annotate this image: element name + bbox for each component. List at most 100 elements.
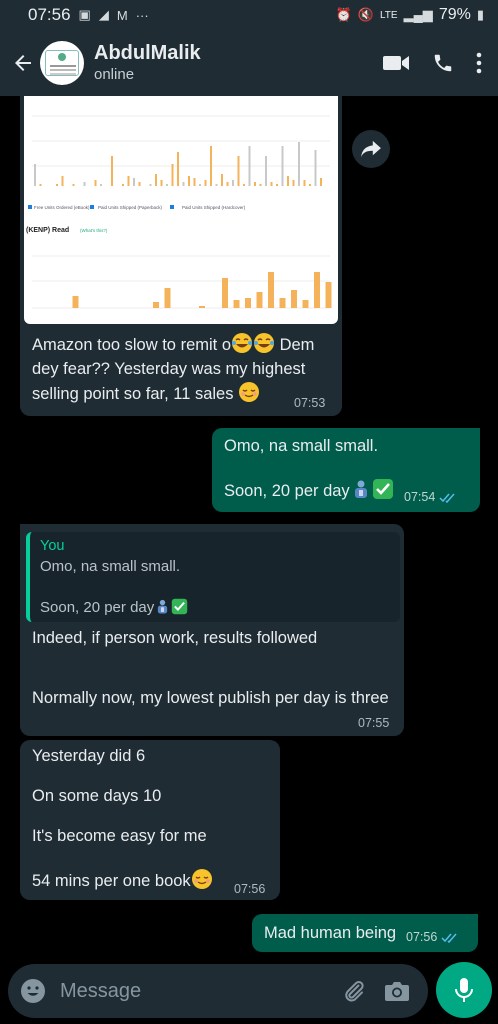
telegram-notification-icon: ◢ [98, 7, 109, 22]
message-text-line: Normally now, my lowest publish per day … [32, 689, 389, 707]
chart-bar [39, 184, 42, 186]
chart-bar [177, 152, 179, 186]
kenp-bar [256, 292, 263, 308]
chart-bar [265, 156, 267, 186]
joy-emoji-icon [231, 332, 253, 354]
message-bubble[interactable]: Mad human being 07:56 [252, 914, 478, 952]
more-options-button[interactable] [476, 52, 482, 74]
message-time: 07:56 [406, 930, 438, 944]
kenp-bar [302, 300, 309, 308]
chart-bar [122, 184, 124, 186]
chart-bar [138, 182, 141, 186]
message-text-line: Soon, 20 per day [224, 478, 394, 503]
chart-bar [133, 178, 135, 186]
chart-bar [155, 174, 157, 186]
phone-icon [434, 54, 452, 72]
kenp-bar [164, 288, 171, 308]
chart-bar [248, 146, 251, 186]
kenp-bar [199, 306, 205, 308]
chart-bar [226, 182, 229, 186]
voice-record-button[interactable] [436, 962, 492, 1018]
gallery-notification-icon: ▣ [78, 7, 91, 22]
message-text-line: Omo, na small small. [224, 437, 379, 455]
chart-bar [166, 184, 168, 186]
kenp-bar [245, 298, 251, 308]
kenp-bar [279, 298, 286, 308]
chart-bar [61, 176, 64, 186]
chart-bar [56, 184, 58, 186]
chart-bar [309, 184, 311, 186]
alarm-icon: ⏰ [335, 7, 352, 22]
chart-bar [204, 180, 207, 186]
chart-screenshot-image[interactable]: Free Units Ordered (eBook) Paid Units Sh… [24, 96, 338, 324]
signal-icon: ▂▄▆ [403, 7, 433, 22]
kenp-title: (KENP) Read [26, 227, 69, 234]
chart-bar [127, 176, 130, 186]
quoted-author: You [40, 538, 65, 554]
emoji-button[interactable] [20, 978, 46, 1004]
chart-bar [221, 174, 223, 186]
chart-bar [237, 156, 240, 186]
kenp-bar [72, 296, 79, 308]
chart-bar [72, 184, 75, 186]
chart-bar [270, 182, 273, 186]
chart-bar [320, 178, 322, 186]
quoted-message[interactable]: You Omo, na small small. Soon, 20 per da… [26, 532, 400, 622]
back-arrow-icon [15, 55, 31, 71]
attach-button[interactable] [342, 979, 366, 1003]
mute-icon: 🔇 [357, 7, 374, 22]
microphone-icon [455, 978, 473, 1002]
chart-bar [276, 184, 278, 186]
relieved-emoji-icon [191, 868, 213, 890]
contact-name: AbdulMalik [94, 42, 201, 64]
message-text-line: Mad human being [264, 924, 397, 942]
chart-bar [171, 164, 174, 186]
chart-bar [298, 142, 300, 186]
message-text: Amazon too slow to remit o Dem dey fear?… [32, 332, 338, 406]
person-emoji-icon [350, 478, 372, 500]
chart-bar [259, 184, 262, 186]
kenp-bar [314, 272, 320, 308]
video-call-button[interactable] [382, 53, 410, 73]
message-text-line: Yesterday did 6 [32, 747, 146, 765]
back-button[interactable] [6, 43, 40, 83]
forward-button[interactable] [352, 130, 390, 168]
contact-info[interactable]: AbdulMalik online [94, 41, 382, 85]
check-mark-emoji-icon [372, 478, 394, 500]
message-bubble[interactable]: Yesterday did 6 On some days 10 It's bec… [20, 740, 280, 900]
legend-paperback: Paid Units Shipped (Paperback) [98, 205, 163, 210]
voice-call-button[interactable] [432, 52, 454, 74]
chart-bar [160, 180, 163, 186]
kenp-bar [325, 282, 332, 308]
message-bubble[interactable]: Omo, na small small. Soon, 20 per day 07… [212, 428, 480, 512]
paperclip-icon [345, 981, 364, 1002]
camera-icon [385, 982, 409, 1001]
camera-button[interactable] [384, 980, 410, 1002]
chat-header: AbdulMalik online [0, 30, 498, 96]
chart-bar [193, 178, 196, 186]
kenp-bar [291, 290, 297, 308]
message-time: 07:55 [358, 716, 390, 730]
message-time: 07:56 [234, 882, 266, 896]
kenp-link: (What's this?) [80, 228, 108, 233]
joy-emoji-icon [253, 332, 275, 354]
chart-bar [182, 182, 185, 186]
message-input[interactable]: Message [60, 980, 342, 1003]
chart-bar [210, 146, 212, 186]
chart-bar [287, 176, 289, 186]
check-mark-emoji-icon [171, 598, 188, 615]
chart-bar [292, 180, 295, 186]
read-receipt-icon [439, 493, 455, 503]
chart-bar [94, 180, 97, 186]
message-text-line: It's become easy for me [32, 827, 207, 845]
message-composer: Message [8, 964, 428, 1018]
message-text-line: 54 mins per one book [32, 868, 213, 893]
person-emoji-icon [154, 598, 171, 615]
status-time: 07:56 [28, 5, 71, 24]
chart-bar [111, 156, 113, 186]
chart-bar [199, 184, 201, 186]
avatar[interactable] [40, 41, 84, 85]
message-text-line: On some days 10 [32, 787, 162, 805]
kenp-bar [233, 300, 240, 308]
chart-bar [254, 182, 256, 186]
